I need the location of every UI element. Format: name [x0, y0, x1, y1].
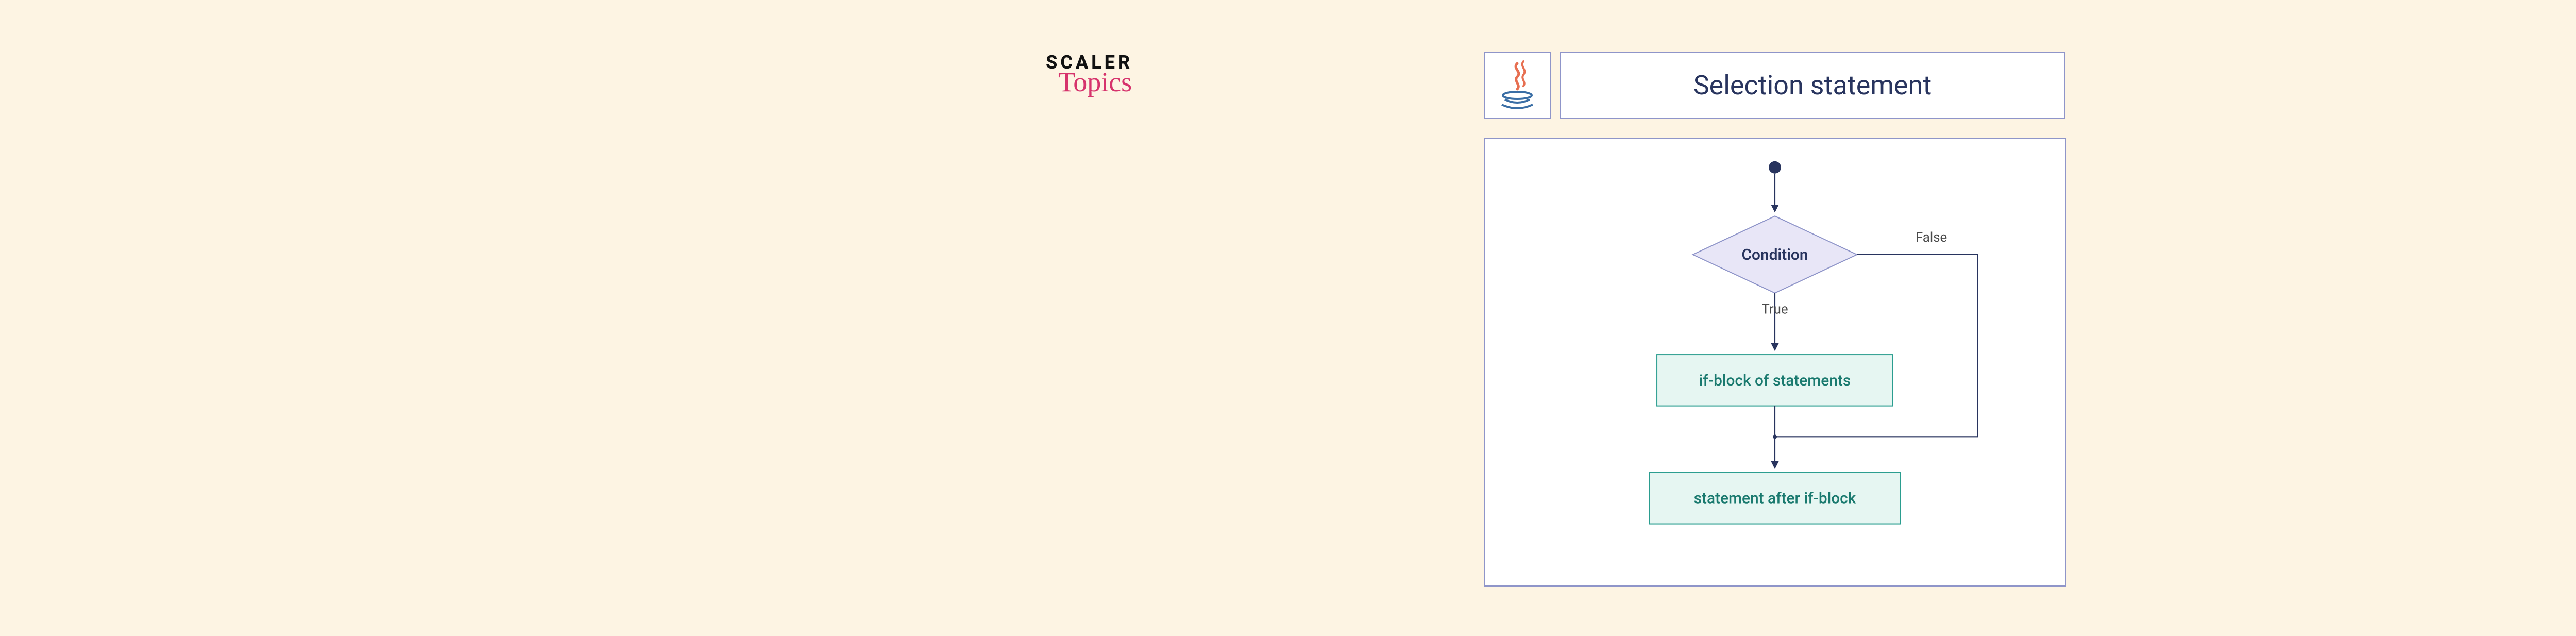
title-box: Selection statement: [1560, 52, 2065, 119]
scaler-topics-logo: SCALER Topics: [1046, 52, 1133, 98]
true-label: True: [1761, 302, 1788, 317]
java-steam-icon: [1497, 59, 1538, 111]
condition-label: Condition: [1741, 246, 1808, 264]
java-icon: [1484, 52, 1551, 119]
header-row: Selection statement: [1484, 52, 2065, 119]
diagram-canvas: SCALER Topics Selection statement: [1133, 41, 1958, 598]
flowchart-svg: Condition True if-block of statements st…: [1485, 139, 2065, 585]
edge-false: [1775, 255, 1977, 437]
flowchart-panel: Condition True if-block of statements st…: [1484, 138, 2066, 587]
start-node: [1769, 161, 1781, 174]
merge-dot: [1773, 434, 1777, 439]
after-block-label: statement after if-block: [1694, 490, 1856, 508]
title-text: Selection statement: [1693, 70, 1931, 101]
false-label: False: [1916, 230, 1947, 245]
logo-line2: Topics: [1058, 66, 1133, 98]
if-block-label: if-block of statements: [1699, 372, 1851, 390]
